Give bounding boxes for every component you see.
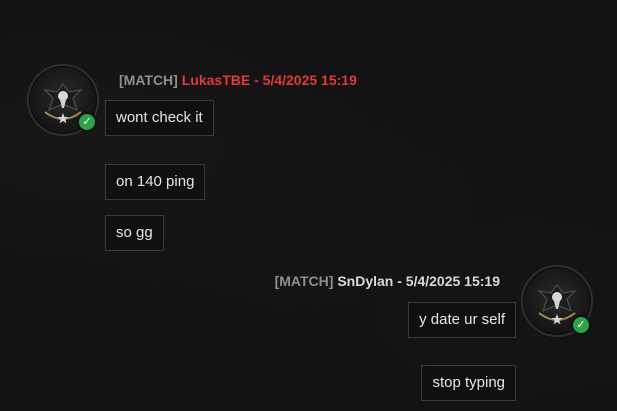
message-bubble: on 140 ping xyxy=(105,164,206,200)
channel-tag: [MATCH] xyxy=(119,72,178,88)
timestamp: 5/4/2025 15:19 xyxy=(405,273,500,289)
online-check-icon: ✓ xyxy=(77,112,97,132)
online-check-icon: ✓ xyxy=(571,315,591,335)
header-separator: - xyxy=(250,72,263,88)
user-avatar[interactable]: ✓ xyxy=(27,64,99,136)
username[interactable]: SnDylan xyxy=(337,273,393,289)
message-header: [MATCH] LukasTBE - 5/4/2025 15:19 xyxy=(119,72,357,88)
message-bubble: stop typing xyxy=(421,365,516,401)
timestamp: 5/4/2025 15:19 xyxy=(262,72,357,88)
message-bubble: y date ur self xyxy=(408,302,516,338)
message-header: [MATCH] SnDylan - 5/4/2025 15:19 xyxy=(275,273,500,289)
channel-tag: [MATCH] xyxy=(274,273,334,289)
message-bubble: wont check it xyxy=(105,100,214,136)
header-separator: - xyxy=(393,273,406,289)
username[interactable]: LukasTBE xyxy=(182,72,250,88)
chat-panel: ✓ [MATCH] LukasTBE - 5/4/2025 15:19 wont… xyxy=(0,0,617,411)
user-avatar[interactable]: ✓ xyxy=(521,265,593,337)
message-bubble: so gg xyxy=(105,215,164,251)
